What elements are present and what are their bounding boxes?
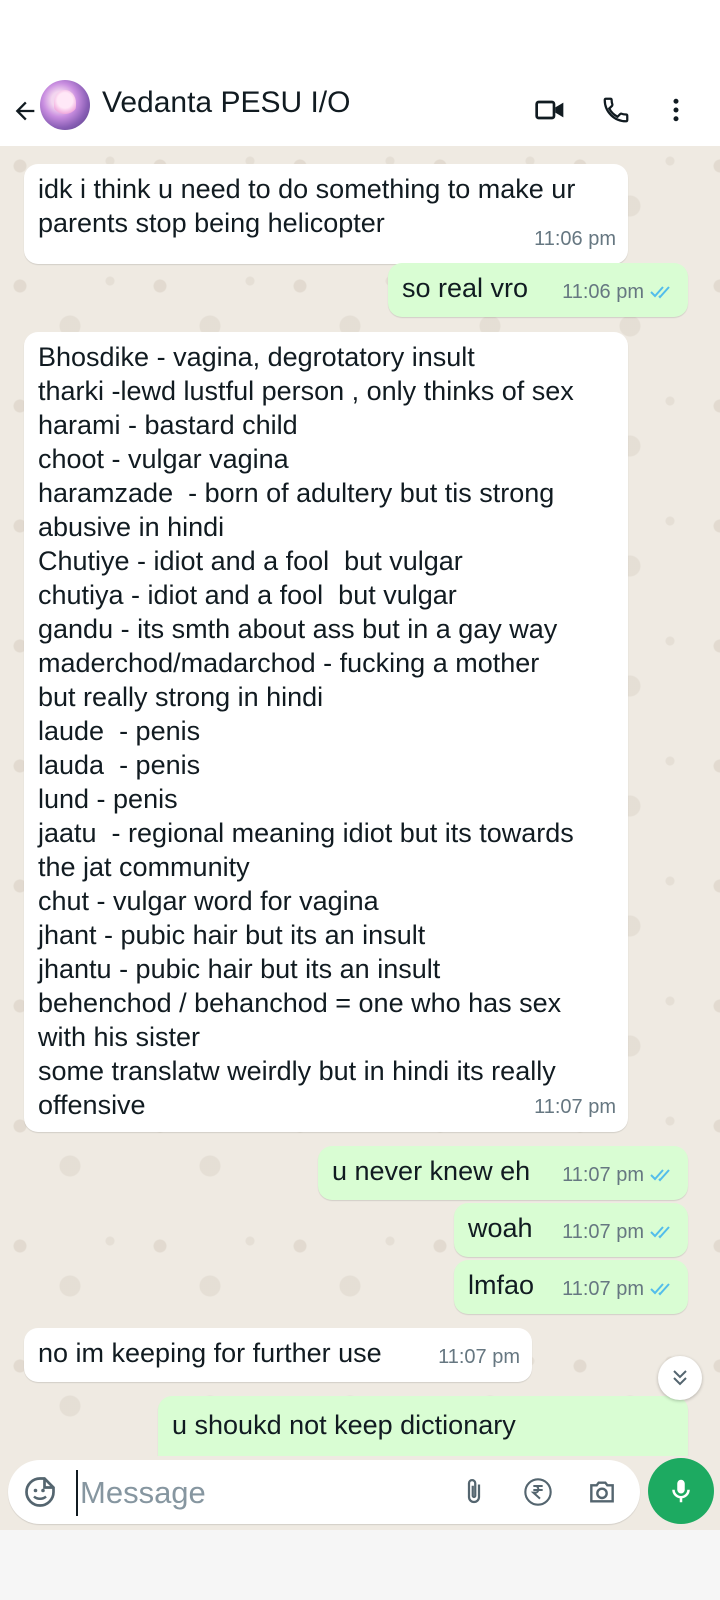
microphone-icon: [672, 1479, 690, 1503]
status-bar: [0, 0, 720, 76]
system-nav-area: [0, 1530, 720, 1600]
message-meta: 11:07 pm: [534, 1090, 616, 1124]
back-arrow-icon[interactable]: [8, 88, 42, 134]
outgoing-message[interactable]: woah 11:07 pm: [454, 1203, 688, 1257]
read-ticks-icon: [650, 1226, 670, 1239]
message-time: 11:06 pm: [534, 228, 616, 250]
payment-rupee-icon[interactable]: [518, 1472, 558, 1512]
read-ticks-icon: [650, 286, 670, 299]
sticker-icon[interactable]: [22, 1474, 58, 1510]
outgoing-message-partial[interactable]: u shoukd not keep dictionary: [158, 1396, 688, 1456]
message-input[interactable]: [76, 1470, 442, 1516]
message-meta: 11:07 pm: [562, 1215, 676, 1249]
message-time: 11:06 pm: [562, 281, 644, 303]
outgoing-message[interactable]: u never knew eh 11:07 pm: [318, 1146, 688, 1200]
incoming-message[interactable]: no im keeping for further use 11:07 pm: [24, 1328, 532, 1382]
message-meta: 11:06 pm: [562, 275, 676, 309]
message-text: u shoukd not keep dictionary: [172, 1410, 516, 1440]
message-meta: 11:07 pm: [562, 1158, 676, 1192]
microphone-button[interactable]: [648, 1458, 714, 1524]
outgoing-message[interactable]: lmfao 11:07 pm: [454, 1260, 688, 1314]
composer: [0, 1456, 720, 1530]
chat-messages[interactable]: idk i think u need to do something to ma…: [0, 146, 720, 1456]
message-text: lmfao: [468, 1270, 535, 1300]
message-box[interactable]: [8, 1460, 640, 1524]
incoming-message[interactable]: Bhosdike - vagina, degrotatory insult th…: [24, 332, 628, 1132]
incoming-message[interactable]: idk i think u need to do something to ma…: [24, 164, 628, 264]
read-ticks-icon: [650, 1169, 670, 1182]
contact-name[interactable]: Vedanta PESU I/O: [102, 86, 350, 120]
voice-call-icon[interactable]: [594, 88, 638, 132]
chat-header: Vedanta PESU I/O: [0, 76, 720, 146]
double-chevron-down-icon: [673, 1370, 687, 1386]
video-call-icon[interactable]: [528, 88, 572, 132]
message-time: 11:07 pm: [562, 1221, 644, 1243]
message-meta: 11:06 pm: [534, 222, 616, 256]
outgoing-message[interactable]: so real vro 11:06 pm: [388, 263, 688, 317]
read-ticks-icon: [650, 1283, 670, 1296]
message-text: Bhosdike - vagina, degrotatory insult th…: [38, 342, 574, 1120]
message-text: u never knew eh: [332, 1156, 531, 1186]
message-time: 11:07 pm: [534, 1096, 616, 1118]
message-meta: 11:07 pm: [438, 1340, 520, 1374]
message-meta: 11:07 pm: [562, 1272, 676, 1306]
contact-avatar[interactable]: [40, 80, 90, 130]
scroll-to-bottom-button[interactable]: [658, 1356, 702, 1400]
more-options-icon[interactable]: [654, 88, 698, 132]
message-time: 11:07 pm: [562, 1278, 644, 1300]
attach-icon[interactable]: [454, 1472, 494, 1512]
message-text: no im keeping for further use: [38, 1338, 382, 1368]
message-text: woah: [468, 1213, 533, 1243]
message-text: idk i think u need to do something to ma…: [38, 174, 576, 238]
camera-icon[interactable]: [582, 1472, 622, 1512]
message-time: 11:07 pm: [438, 1346, 520, 1368]
message-text: so real vro: [402, 273, 529, 303]
message-time: 11:07 pm: [562, 1164, 644, 1186]
